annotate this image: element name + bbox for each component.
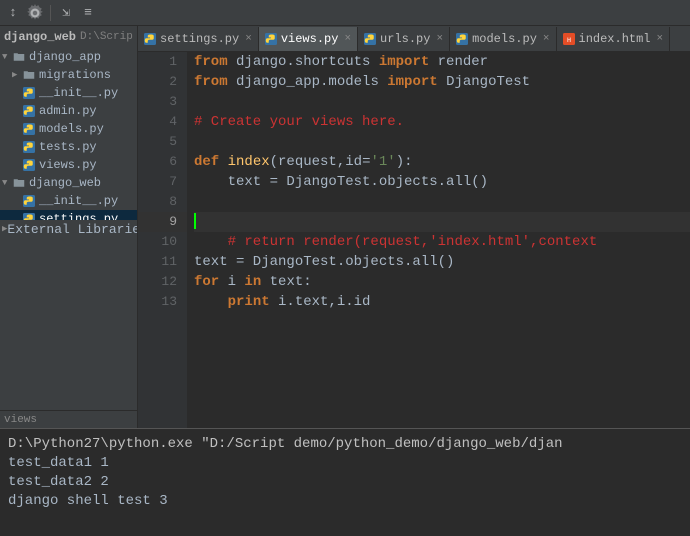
py-icon — [22, 86, 36, 100]
close-icon[interactable]: × — [245, 33, 252, 45]
tab-models-py[interactable]: models.py× — [450, 27, 556, 51]
code-line-6[interactable]: def index(request,id='1'): — [194, 152, 690, 172]
close-icon[interactable]: × — [543, 33, 550, 45]
py-icon — [456, 33, 468, 45]
tree-item-__init__-py[interactable]: __init__.py — [0, 192, 137, 210]
code-editor[interactable]: 12345678910111213 from django.shortcuts … — [138, 52, 690, 428]
code-line-8[interactable] — [194, 192, 690, 212]
tree-item-__init__-py[interactable]: __init__.py — [0, 84, 137, 102]
py-icon — [364, 33, 376, 45]
line-number: 13 — [138, 292, 187, 312]
code-line-10[interactable]: # return render(request,'index.html',con… — [194, 232, 690, 252]
file-tree[interactable]: ▼django_app▶migrations__init__.pyadmin.p… — [0, 48, 137, 220]
line-number: 3 — [138, 92, 187, 112]
editor-tabs: settings.py×views.py×urls.py×models.py×H… — [138, 26, 690, 52]
tree-item-admin-py[interactable]: admin.py — [0, 102, 137, 120]
code-line-13[interactable]: print i.text,i.id — [194, 292, 690, 312]
code-line-11[interactable]: text = DjangoTest.objects.all() — [194, 252, 690, 272]
autoscroll-icon[interactable]: ⇲ — [57, 4, 75, 22]
code-line-5[interactable] — [194, 132, 690, 152]
code-line-4[interactable]: # Create your views here. — [194, 112, 690, 132]
line-number: 1 — [138, 52, 187, 72]
py-icon — [22, 104, 36, 118]
ide-window: ↕ ⇲ ≡ django_web D:\Scrip ▼django_app▶mi… — [0, 0, 690, 536]
collapse-icon[interactable]: ≡ — [79, 4, 97, 22]
svg-text:H: H — [566, 37, 570, 45]
folder-icon — [12, 176, 26, 190]
folder-icon — [22, 68, 36, 82]
editor-area: settings.py×views.py×urls.py×models.py×H… — [138, 26, 690, 428]
line-number: 12 — [138, 272, 187, 292]
folder-icon — [12, 50, 26, 64]
close-icon[interactable]: × — [436, 33, 443, 45]
line-number: 4 — [138, 112, 187, 132]
py-icon — [22, 140, 36, 154]
code-area[interactable]: from django.shortcuts import renderfrom … — [188, 52, 690, 428]
py-icon — [22, 212, 36, 220]
code-line-9[interactable] — [194, 212, 690, 232]
project-title: django_web — [4, 30, 76, 44]
line-number: 2 — [138, 72, 187, 92]
py-icon — [22, 158, 36, 172]
tree-item-django_web[interactable]: ▼django_web — [0, 174, 137, 192]
code-line-7[interactable]: text = DjangoTest.objects.all() — [194, 172, 690, 192]
tab-index-html[interactable]: Hindex.html× — [557, 27, 671, 51]
py-icon — [144, 33, 156, 45]
console-output[interactable]: D:\Python27\python.exe "D:/Script demo/p… — [0, 429, 690, 517]
toolbar: ↕ ⇲ ≡ — [0, 0, 690, 26]
console-line: test_data1 1 — [8, 454, 682, 473]
line-gutter: 12345678910111213 — [138, 52, 188, 428]
separator — [50, 5, 51, 21]
line-number: 8 — [138, 192, 187, 212]
code-line-2[interactable]: from django_app.models import DjangoTest — [194, 72, 690, 92]
line-number: 10 — [138, 232, 187, 252]
tab-settings-py[interactable]: settings.py× — [138, 27, 259, 51]
py-icon — [22, 194, 36, 208]
py-icon — [22, 122, 36, 136]
tree-item-django_app[interactable]: ▼django_app — [0, 48, 137, 66]
expand-all-icon[interactable]: ↕ — [4, 4, 22, 22]
tree-item-models-py[interactable]: models.py — [0, 120, 137, 138]
console-line: D:\Python27\python.exe "D:/Script demo/p… — [8, 435, 682, 454]
gear-icon[interactable] — [26, 4, 44, 22]
run-console: D:\Python27\python.exe "D:/Script demo/p… — [0, 428, 690, 536]
console-line: django shell test 3 — [8, 492, 682, 511]
tree-item-settings-py[interactable]: settings.py — [0, 210, 137, 220]
tab-views-py[interactable]: views.py× — [259, 27, 358, 51]
text-caret — [194, 213, 196, 229]
line-number: 6 — [138, 152, 187, 172]
close-icon[interactable]: × — [344, 33, 351, 45]
project-sidebar: django_web D:\Scrip ▼django_app▶migratio… — [0, 26, 138, 428]
main-area: django_web D:\Scrip ▼django_app▶migratio… — [0, 26, 690, 428]
code-line-1[interactable]: from django.shortcuts import render — [194, 52, 690, 72]
project-path: D:\Scrip — [80, 31, 133, 43]
tab-urls-py[interactable]: urls.py× — [358, 27, 450, 51]
tree-item-tests-py[interactable]: tests.py — [0, 138, 137, 156]
line-number: 7 — [138, 172, 187, 192]
close-icon[interactable]: × — [657, 33, 664, 45]
line-number: 5 — [138, 132, 187, 152]
html-icon: H — [563, 33, 575, 45]
code-line-12[interactable]: for i in text: — [194, 272, 690, 292]
external-libraries[interactable]: ▶ External Libraries — [0, 220, 137, 238]
line-number: 9 — [138, 212, 187, 232]
line-number: 11 — [138, 252, 187, 272]
console-line: test_data2 2 — [8, 473, 682, 492]
code-line-3[interactable] — [194, 92, 690, 112]
py-icon — [265, 33, 277, 45]
tree-item-views-py[interactable]: views.py — [0, 156, 137, 174]
views-toolwindow-label[interactable]: views — [0, 410, 137, 428]
project-header[interactable]: django_web D:\Scrip — [0, 26, 137, 48]
tree-item-migrations[interactable]: ▶migrations — [0, 66, 137, 84]
